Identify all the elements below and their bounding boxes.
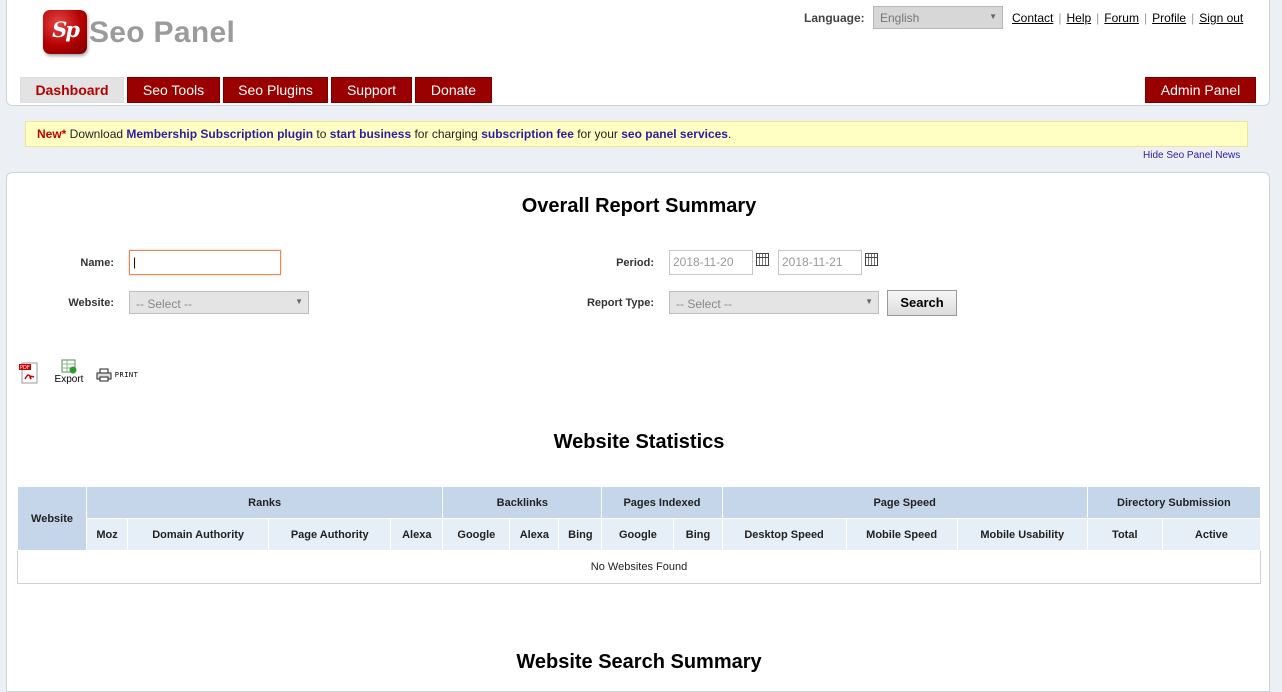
news-link-plugin[interactable]: Membership Subscription plugin bbox=[126, 127, 313, 141]
calendar-icon[interactable] bbox=[865, 253, 878, 266]
export-button[interactable]: Export bbox=[53, 359, 85, 385]
hide-news-link[interactable]: Hide Seo Panel News bbox=[1143, 150, 1240, 161]
language-label: Language: bbox=[804, 11, 865, 25]
column-header-mobile-usability[interactable]: Mobile Usability bbox=[956, 518, 1088, 551]
news-text: . bbox=[727, 127, 732, 141]
seo-panel-logo-icon[interactable]: Sp bbox=[43, 10, 87, 54]
profile-link[interactable]: Profile bbox=[1152, 11, 1186, 25]
name-label: Name: bbox=[80, 257, 114, 269]
language-select[interactable]: English ▼ bbox=[873, 6, 1003, 29]
period-to-input[interactable]: 2018-11-21 bbox=[778, 250, 862, 275]
news-text: for charging bbox=[411, 127, 482, 141]
tab-donate[interactable]: Donate bbox=[415, 77, 492, 103]
group-header-page-speed: Page Speed bbox=[721, 486, 1088, 519]
link-separator: | bbox=[1143, 11, 1148, 25]
website-search-summary-title: Website Search Summary bbox=[516, 651, 762, 673]
name-input[interactable]: | bbox=[129, 250, 281, 275]
link-separator: | bbox=[1058, 11, 1062, 25]
top-links: Contact | Help | Forum | Profile | Sign out bbox=[1012, 11, 1243, 25]
tab-seo-tools[interactable]: Seo Tools bbox=[127, 77, 220, 103]
search-button[interactable]: Search bbox=[887, 290, 957, 316]
chevron-down-icon: ▼ bbox=[295, 297, 303, 306]
column-header-directory-total[interactable]: Total bbox=[1086, 518, 1163, 551]
logo-text[interactable]: Seo Panel bbox=[89, 16, 235, 50]
forum-link[interactable]: Forum bbox=[1104, 11, 1139, 25]
group-header-backlinks: Backlinks bbox=[442, 486, 603, 519]
column-header-indexed-bing[interactable]: Bing bbox=[673, 518, 723, 551]
print-label: PRINT bbox=[114, 371, 139, 379]
report-title: Overall Report Summary bbox=[521, 195, 757, 217]
column-header-mobile-speed[interactable]: Mobile Speed bbox=[845, 518, 958, 551]
period-label: Period: bbox=[616, 257, 654, 269]
column-header-website[interactable]: Website bbox=[16, 486, 88, 551]
website-select[interactable]: -- Select -- ▼ bbox=[129, 291, 309, 314]
column-header-backlinks-bing[interactable]: Bing bbox=[558, 518, 603, 551]
news-text: to bbox=[313, 127, 330, 141]
website-label: Website: bbox=[68, 297, 114, 309]
news-link-services[interactable]: seo panel services bbox=[621, 127, 728, 141]
period-from-input[interactable]: 2018-11-20 bbox=[669, 250, 753, 275]
link-separator: | bbox=[1096, 11, 1100, 25]
calendar-icon[interactable] bbox=[756, 253, 769, 266]
column-header-backlinks-google[interactable]: Google bbox=[442, 518, 511, 551]
report-type-select-value: -- Select -- bbox=[676, 297, 733, 311]
column-header-backlinks-alexa[interactable]: Alexa bbox=[509, 518, 560, 551]
main-panel: Overall Report Summary Name: | Website: … bbox=[6, 172, 1270, 692]
group-header-ranks: Ranks bbox=[86, 486, 444, 519]
column-header-indexed-google[interactable]: Google bbox=[601, 518, 675, 551]
language-value: English bbox=[880, 11, 920, 25]
website-select-value: -- Select -- bbox=[136, 297, 193, 311]
export-label: Export bbox=[54, 374, 84, 385]
news-banner: New* Download Membership Subscription pl… bbox=[25, 121, 1248, 147]
tab-seo-plugins[interactable]: Seo Plugins bbox=[223, 77, 328, 103]
group-header-directory-submission: Directory Submission bbox=[1086, 486, 1262, 519]
pdf-icon: PDF bbox=[19, 362, 38, 384]
printer-icon bbox=[96, 368, 112, 382]
website-statistics-table: Website Ranks Backlinks Pages Indexed Pa… bbox=[16, 486, 1262, 584]
tab-admin-panel[interactable]: Admin Panel bbox=[1145, 77, 1256, 103]
chevron-down-icon: ▼ bbox=[989, 12, 997, 21]
report-type-label: Report Type: bbox=[586, 297, 654, 309]
link-separator: | bbox=[1191, 11, 1195, 25]
column-header-directory-active[interactable]: Active bbox=[1161, 518, 1262, 551]
chevron-down-icon: ▼ bbox=[865, 297, 873, 306]
news-link-fee[interactable]: subscription fee bbox=[481, 127, 574, 141]
print-button[interactable]: PRINT bbox=[96, 368, 138, 382]
news-new-label: New* bbox=[37, 127, 67, 141]
column-header-desktop-speed[interactable]: Desktop Speed bbox=[721, 518, 847, 551]
group-header-pages-indexed: Pages Indexed bbox=[601, 486, 723, 519]
sign-out-link[interactable]: Sign out bbox=[1199, 11, 1243, 25]
news-link-business[interactable]: start business bbox=[330, 127, 411, 141]
header: Sp Seo Panel Language: English ▼ Contact… bbox=[6, 0, 1270, 106]
column-header-domain-authority[interactable]: Domain Authority bbox=[127, 518, 270, 551]
tab-dashboard[interactable]: Dashboard bbox=[20, 77, 124, 103]
spreadsheet-export-icon bbox=[61, 359, 77, 374]
news-text: for your bbox=[573, 127, 622, 141]
empty-table-message: No Websites Found bbox=[17, 550, 1261, 584]
news-text: Download bbox=[66, 127, 127, 141]
help-link[interactable]: Help bbox=[1066, 11, 1091, 25]
text-cursor: | bbox=[133, 255, 137, 269]
contact-link[interactable]: Contact bbox=[1012, 11, 1053, 25]
tab-support[interactable]: Support bbox=[331, 77, 412, 103]
column-header-page-authority[interactable]: Page Authority bbox=[268, 518, 392, 551]
svg-text:PDF: PDF bbox=[20, 365, 30, 371]
report-type-select[interactable]: -- Select -- ▼ bbox=[669, 291, 879, 314]
column-header-moz[interactable]: Moz bbox=[86, 518, 129, 551]
column-header-alexa[interactable]: Alexa bbox=[390, 518, 444, 551]
website-statistics-title: Website Statistics bbox=[553, 431, 725, 453]
pdf-export-button[interactable]: PDF bbox=[19, 362, 39, 387]
